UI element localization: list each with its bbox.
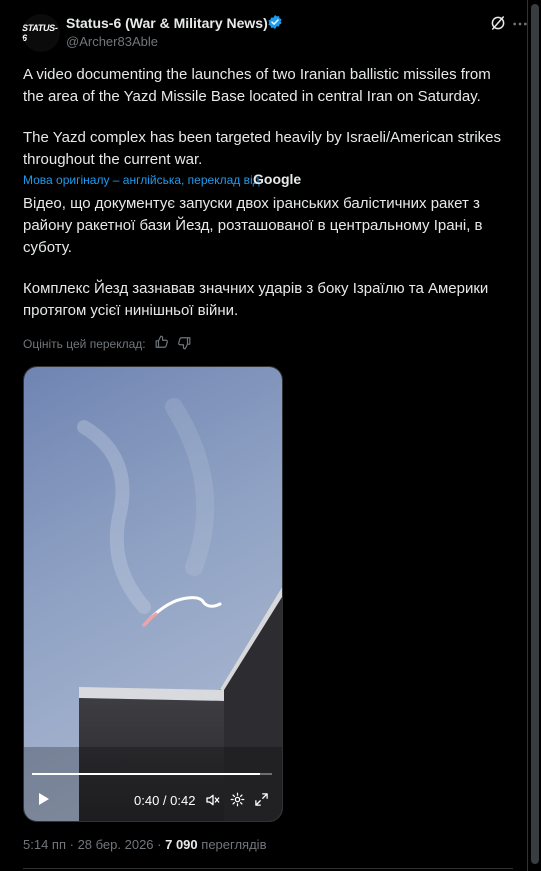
post-text-paragraph-1: A video documenting the launches of two … — [23, 66, 491, 105]
fullscreen-icon[interactable] — [254, 792, 269, 807]
avatar-logo-text: STATUS-6 — [22, 23, 58, 43]
meta-dot: · — [66, 837, 78, 852]
thumb-up-icon[interactable] — [155, 335, 169, 349]
post-text-paragraph-2: The Yazd complex has been targeted heavi… — [23, 129, 502, 168]
rate-translation-label: Оцініть цей переклад: — [23, 337, 146, 351]
scrollbar[interactable] — [527, 0, 541, 871]
avatar[interactable]: STATUS-6 — [22, 14, 60, 52]
author-handle[interactable]: @Archer83Able — [66, 34, 158, 49]
settings-icon[interactable] — [230, 792, 245, 807]
author-name[interactable]: Status-6 (War & Military News) — [66, 15, 268, 31]
video-progress-bar[interactable] — [32, 773, 272, 775]
scrollbar-thumb[interactable] — [531, 4, 539, 864]
video-progress-fill — [32, 773, 261, 775]
views-label: переглядів — [201, 837, 267, 852]
video-frame — [24, 367, 282, 821]
video-time: 0:40 / 0:42 — [134, 793, 195, 808]
volume-icon[interactable] — [205, 792, 221, 808]
play-icon[interactable] — [35, 791, 51, 807]
google-logo: Google — [253, 171, 302, 187]
video-player[interactable]: 0:40 / 0:42 — [23, 366, 283, 822]
grok-icon[interactable] — [489, 14, 507, 32]
translation-note[interactable]: Мова оригіналу – англійська, переклад ві… — [23, 173, 260, 187]
video-current-time: 0:40 — [134, 793, 160, 808]
thumb-down-icon[interactable] — [177, 336, 191, 350]
views-count: 7 090 — [165, 837, 198, 852]
video-duration: 0:42 — [170, 793, 196, 808]
meta-dot: · — [153, 837, 166, 852]
post-date[interactable]: 28 бер. 2026 — [78, 837, 154, 852]
post-meta: 5:14 пп · 28 бер. 2026 · 7 090 перегляді… — [23, 837, 266, 852]
verified-badge-icon — [268, 15, 282, 29]
post: STATUS-6 Status-6 (War & Military News) … — [0, 0, 528, 871]
more-icon[interactable] — [512, 16, 528, 32]
divider — [23, 868, 513, 869]
translated-paragraph-1: Відео, що документує запуски двох ірансь… — [23, 195, 483, 256]
video-time-separator: / — [159, 793, 171, 808]
post-time[interactable]: 5:14 пп — [23, 837, 66, 852]
translated-paragraph-2: Комплекс Йезд зазнавав значних ударів з … — [23, 280, 489, 319]
